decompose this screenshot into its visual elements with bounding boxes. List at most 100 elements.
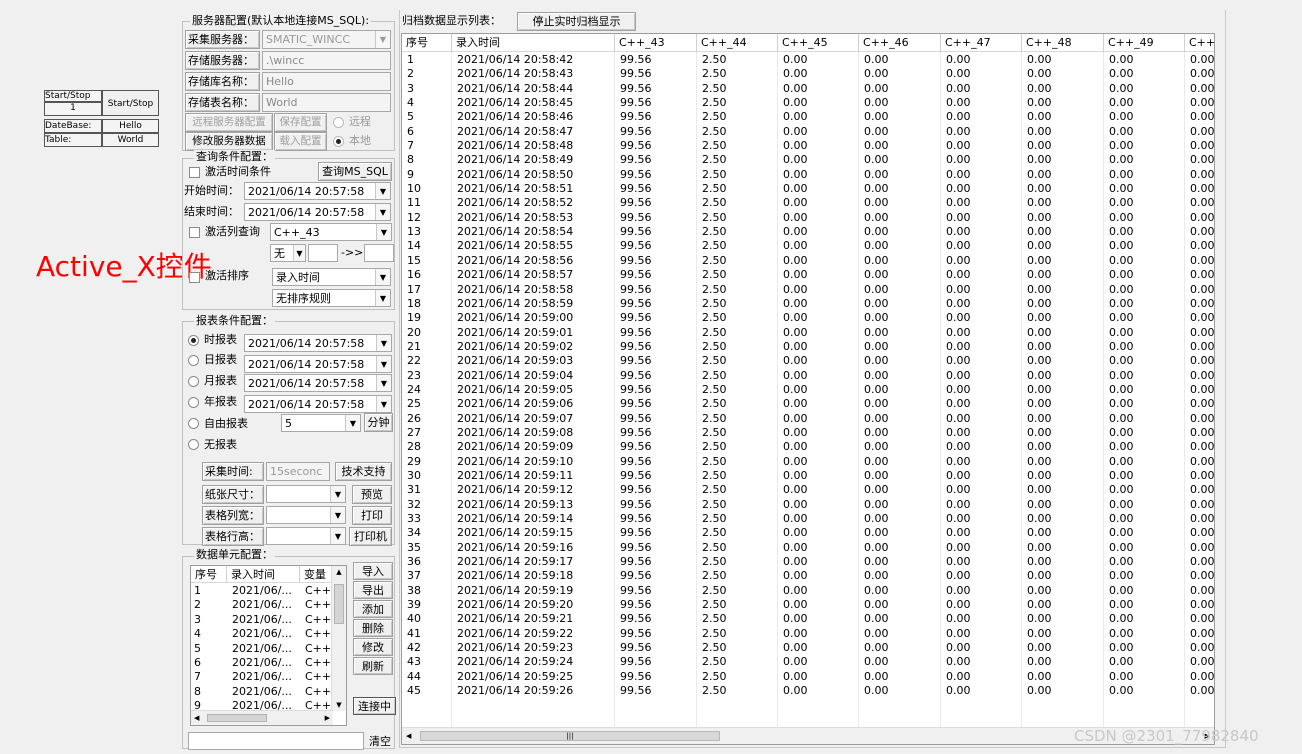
free-report-radio[interactable]	[188, 418, 199, 429]
table-row[interactable]: 7 2021/06/14 20:58:48 99.56 2.50 0.00 0.00 0.0…	[402, 139, 1214, 153]
archive-list[interactable]: 序号 录入时间 C++_43 C++_44 C++_45 C++_46 C++_47 C++_…	[401, 33, 1215, 745]
modify-server-button[interactable]: 修改服务器数据	[185, 132, 273, 151]
table-row[interactable]: 2 2021/06/14 20:58:43 99.56 2.50 0.00 0.00 0.0…	[402, 67, 1214, 81]
tech-support-button[interactable]: 技术支持	[335, 462, 392, 481]
range-from-input[interactable]	[308, 244, 338, 262]
free-report-interval[interactable]: 5 ▼	[281, 414, 361, 432]
table-row[interactable]: 22 2021/06/14 20:59:03 99.56 2.50 0.00 0.00 0.…	[402, 354, 1214, 368]
table-row[interactable]: 38 2021/06/14 20:59:19 99.56 2.50 0.00 0.00 0.…	[402, 584, 1214, 598]
table-row[interactable]: 15 2021/06/14 20:58:56 99.56 2.50 0.00 0.00 0.…	[402, 254, 1214, 268]
archive-header-cell[interactable]: C++_47	[941, 34, 1022, 52]
archive-header-cell[interactable]: C++	[1185, 34, 1214, 52]
table-row[interactable]: 41 2021/06/14 20:59:22 99.56 2.50 0.00 0.00 0.…	[402, 627, 1214, 641]
archive-header-cell[interactable]: C++_46	[859, 34, 941, 52]
year-report-radio[interactable]	[188, 397, 199, 408]
sort-field-select[interactable]: 录入时间 ▼	[272, 268, 391, 286]
table-row[interactable]: 44 2021/06/14 20:59:25 99.56 2.50 0.00 0.00 0.…	[402, 670, 1214, 684]
local-radio[interactable]	[333, 136, 344, 147]
table-row[interactable]: 11 2021/06/14 20:58:52 99.56 2.50 0.00 0.00 0.…	[402, 196, 1214, 210]
archive-hscroll-thumb[interactable]: |||	[420, 731, 720, 741]
remote-radio[interactable]	[333, 117, 344, 128]
clear-button[interactable]: 清空	[369, 735, 391, 749]
table-row[interactable]: 35 2021/06/14 20:59:16 99.56 2.50 0.00 0.00 0.…	[402, 541, 1214, 555]
query-mssql-button[interactable]: 查询MS_SQL	[318, 162, 392, 181]
table-row[interactable]: 13 2021/06/14 20:58:54 99.56 2.50 0.00 0.00 0.…	[402, 225, 1214, 239]
table-row[interactable]: 33 2021/06/14 20:59:14 99.56 2.50 0.00 0.00 0.…	[402, 512, 1214, 526]
scroll-down-icon[interactable]: ▼	[332, 699, 346, 711]
printer-button[interactable]: 打印机	[349, 527, 392, 546]
table-row[interactable]: 39 2021/06/14 20:59:20 99.56 2.50 0.00 0.00 0.…	[402, 598, 1214, 612]
connecting-button[interactable]: 连接中	[353, 697, 396, 715]
day-report-picker[interactable]: 2021/06/14 20:57:58 ▼	[244, 355, 392, 373]
store-server-field[interactable]: .\wincc	[262, 51, 391, 70]
list-item[interactable]: 7 2021/06/... C++	[191, 670, 331, 684]
activex-start-stop-button[interactable]: Start/Stop	[102, 90, 159, 116]
table-row[interactable]: 37 2021/06/14 20:59:18 99.56 2.50 0.00 0.00 0.…	[402, 569, 1214, 583]
range-to-input[interactable]	[364, 244, 394, 262]
table-row[interactable]: 40 2021/06/14 20:59:21 99.56 2.50 0.00 0.00 0.…	[402, 612, 1214, 626]
table-row[interactable]: 18 2021/06/14 20:58:59 99.56 2.50 0.00 0.00 0.…	[402, 297, 1214, 311]
table-row[interactable]: 24 2021/06/14 20:59:05 99.56 2.50 0.00 0.00 0.…	[402, 383, 1214, 397]
table-row[interactable]: 42 2021/06/14 20:59:23 99.56 2.50 0.00 0.00 0.…	[402, 641, 1214, 655]
table-row[interactable]: 36 2021/06/14 20:59:17 99.56 2.50 0.00 0.00 0.…	[402, 555, 1214, 569]
table-row[interactable]: 30 2021/06/14 20:59:11 99.56 2.50 0.00 0.00 0.…	[402, 469, 1214, 483]
month-report-picker[interactable]: 2021/06/14 20:57:58 ▼	[244, 374, 392, 392]
collect-time-select[interactable]: 15seconc	[266, 462, 330, 481]
add-button[interactable]: 添加	[353, 600, 393, 618]
table-row[interactable]: 45 2021/06/14 20:59:26 99.56 2.50 0.00 0.00 0.…	[402, 684, 1214, 698]
save-config-button[interactable]: 保存配置	[274, 113, 327, 132]
table-row[interactable]: 29 2021/06/14 20:59:10 99.56 2.50 0.00 0.00 0.…	[402, 455, 1214, 469]
store-db-field[interactable]: Hello	[262, 72, 391, 91]
table-row[interactable]: 5 2021/06/14 20:58:46 99.56 2.50 0.00 0.00 0.0…	[402, 110, 1214, 124]
unit-header-index[interactable]: 序号	[191, 566, 227, 583]
table-row[interactable]: 8 2021/06/14 20:58:49 99.56 2.50 0.00 0.00 0.0…	[402, 153, 1214, 167]
refresh-button[interactable]: 刷新	[353, 657, 393, 675]
day-report-radio[interactable]	[188, 355, 199, 366]
table-row[interactable]: 14 2021/06/14 20:58:55 99.56 2.50 0.00 0.00 0.…	[402, 239, 1214, 253]
archive-header-cell[interactable]: C++_49	[1104, 34, 1185, 52]
activate-column-checkbox[interactable]	[189, 227, 200, 238]
table-row[interactable]: 19 2021/06/14 20:59:00 99.56 2.50 0.00 0.00 0.…	[402, 311, 1214, 325]
table-row[interactable]: 21 2021/06/14 20:59:02 99.56 2.50 0.00 0.00 0.…	[402, 340, 1214, 354]
list-item[interactable]: 8 2021/06/... C++	[191, 685, 331, 699]
unit-header-time[interactable]: 录入时间	[227, 566, 300, 583]
delete-button[interactable]: 删除	[353, 619, 393, 637]
table-row[interactable]: 3 2021/06/14 20:58:44 99.56 2.50 0.00 0.00 0.0…	[402, 82, 1214, 96]
archive-header-cell[interactable]: 录入时间	[452, 34, 615, 52]
unit-vscrollbar[interactable]: ▲ ▼	[331, 566, 346, 711]
message-input[interactable]	[188, 732, 364, 750]
scroll-up-icon[interactable]: ▲	[332, 566, 346, 578]
modify-button[interactable]: 修改	[353, 638, 393, 656]
table-row[interactable]: 16 2021/06/14 20:58:57 99.56 2.50 0.00 0.00 0.…	[402, 268, 1214, 282]
column-select[interactable]: C++_43 ▼	[270, 223, 392, 241]
table-row[interactable]: 31 2021/06/14 20:59:12 99.56 2.50 0.00 0.00 0.…	[402, 483, 1214, 497]
import-button[interactable]: 导入	[353, 562, 393, 580]
archive-header-cell[interactable]: C++_45	[778, 34, 859, 52]
list-item[interactable]: 2 2021/06/... C++	[191, 598, 331, 612]
hour-report-picker[interactable]: 2021/06/14 20:57:58 ▼	[244, 334, 392, 352]
paper-size-select[interactable]: ▼	[266, 485, 346, 503]
print-button[interactable]: 打印	[352, 506, 392, 525]
table-row[interactable]: 9 2021/06/14 20:58:50 99.56 2.50 0.00 0.00 0.0…	[402, 168, 1214, 182]
scroll-right-icon[interactable]: ▶	[325, 711, 330, 725]
scroll-left-icon[interactable]: ◀	[406, 728, 411, 744]
list-item[interactable]: 6 2021/06/... C++	[191, 656, 331, 670]
list-item[interactable]: 3 2021/06/... C++	[191, 613, 331, 627]
unit-vscroll-thumb[interactable]	[334, 584, 344, 624]
table-row[interactable]: 26 2021/06/14 20:59:07 99.56 2.50 0.00 0.00 0.…	[402, 412, 1214, 426]
activate-sort-checkbox[interactable]	[189, 272, 200, 283]
table-row[interactable]: 6 2021/06/14 20:58:47 99.56 2.50 0.00 0.00 0.0…	[402, 125, 1214, 139]
unit-hscrollbar[interactable]: ◀ ▶	[191, 710, 333, 725]
no-report-radio[interactable]	[188, 439, 199, 450]
start-time-picker[interactable]: 2021/06/14 20:57:58 ▼	[244, 182, 391, 200]
activate-time-checkbox[interactable]	[189, 167, 200, 178]
archive-header-cell[interactable]: C++_44	[697, 34, 778, 52]
hour-report-radio[interactable]	[188, 335, 199, 346]
year-report-picker[interactable]: 2021/06/14 20:57:58 ▼	[244, 395, 392, 413]
stop-realtime-button[interactable]: 停止实时归档显示	[517, 12, 636, 31]
sort-rule-select[interactable]: 无排序规则 ▼	[272, 289, 391, 307]
list-item[interactable]: 4 2021/06/... C++	[191, 627, 331, 641]
table-row[interactable]: 43 2021/06/14 20:59:24 99.56 2.50 0.00 0.00 0.…	[402, 655, 1214, 669]
list-item[interactable]: 1 2021/06/... C++	[191, 584, 331, 598]
list-item[interactable]: 5 2021/06/... C++	[191, 642, 331, 656]
